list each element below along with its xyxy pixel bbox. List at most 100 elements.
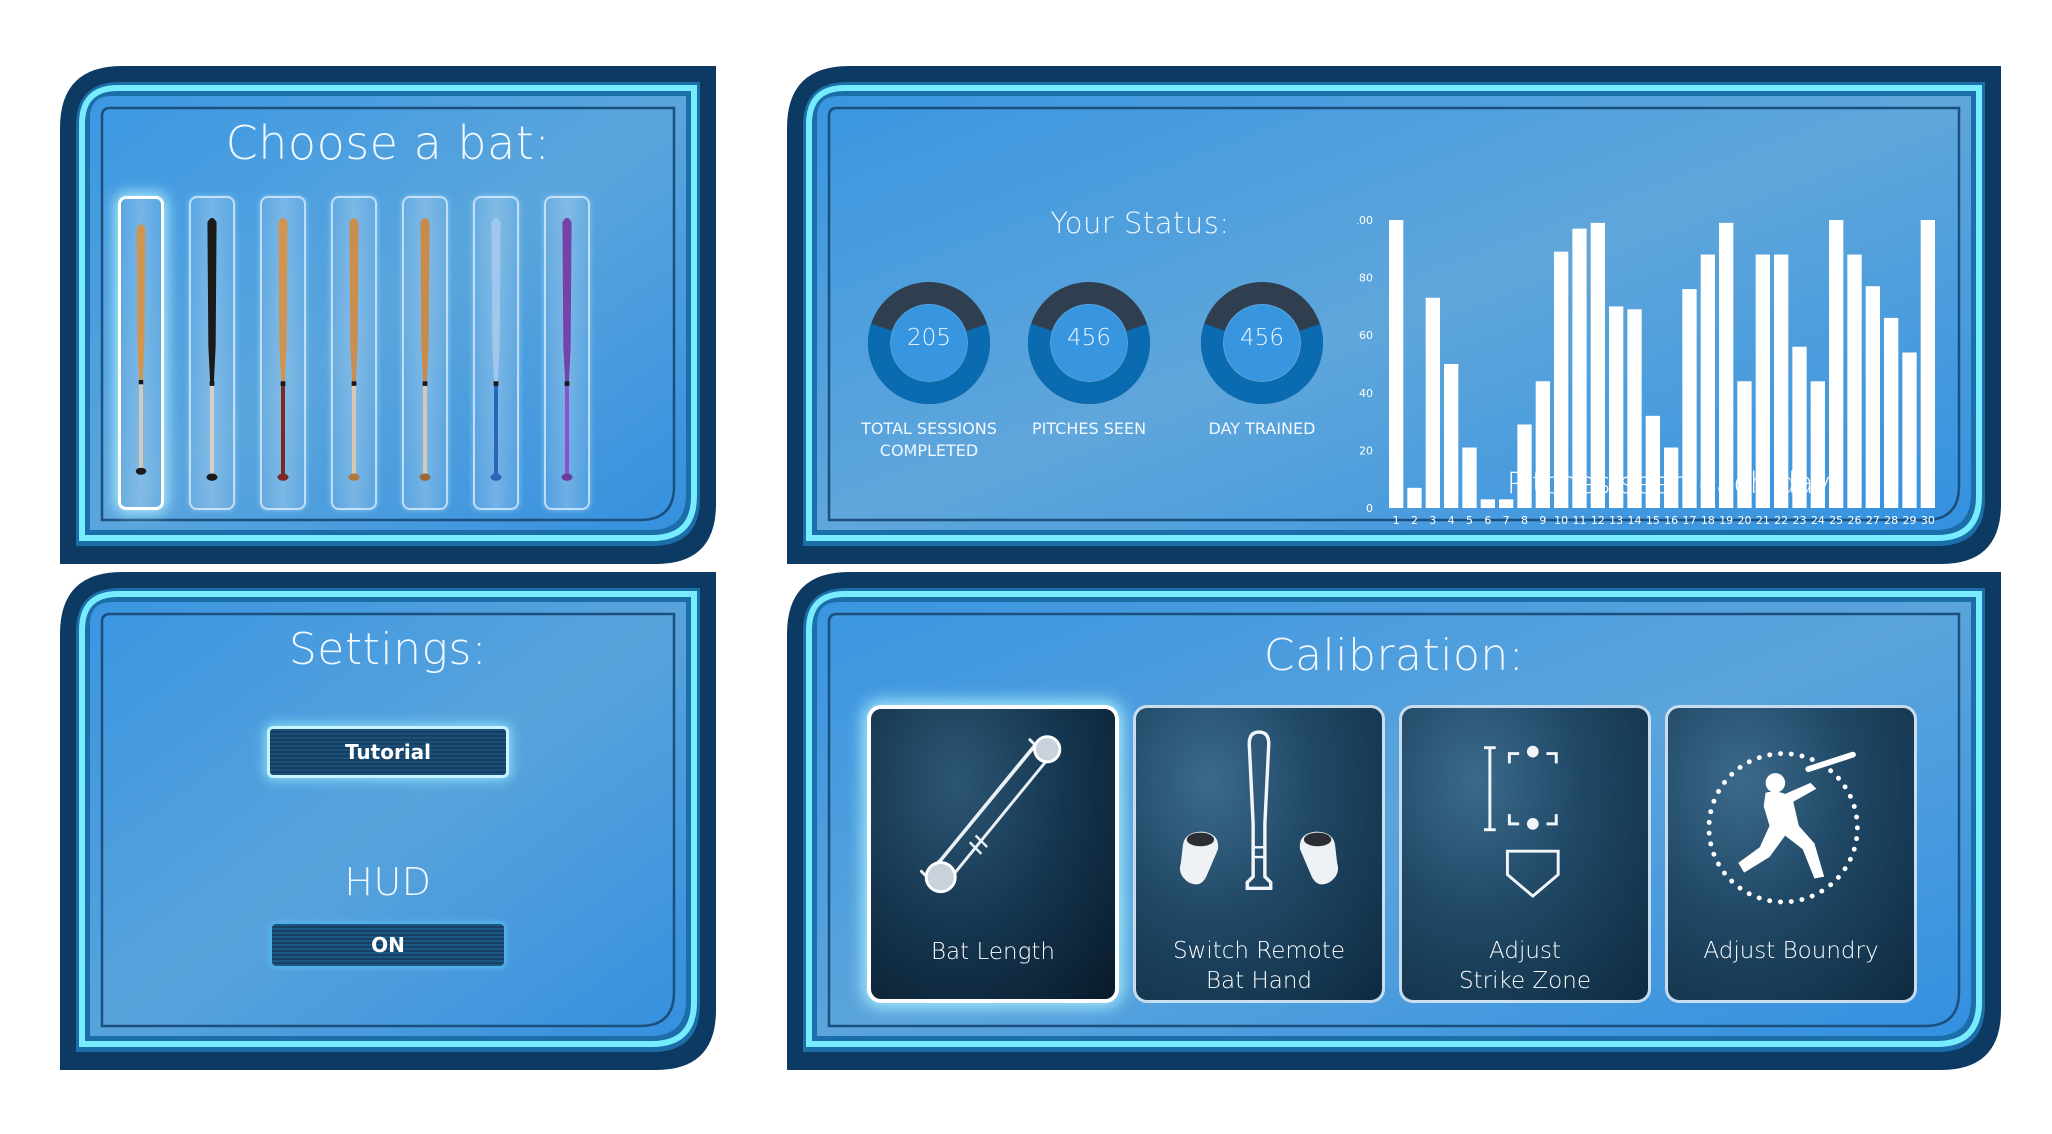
hud-label: HUD [344,860,432,904]
bat-band [280,381,286,386]
bar-day-30 [1920,220,1935,508]
x-tick-label: 22 [1774,514,1788,526]
boundary-card[interactable]: Adjust Boundry [1665,705,1917,1003]
switch-remote-label: Switch Remote Bat Hand [1172,938,1346,994]
bat-panel-title: Choose a bat: [225,116,551,170]
bat-handle [139,381,143,469]
hud-toggle[interactable]: ON [270,922,506,968]
x-tick-label: 9 [1539,514,1546,526]
bat-length-card[interactable]: Bat Length [867,705,1119,1003]
bat-barrel [349,217,359,384]
x-tick-label: 6 [1484,514,1491,526]
bat-icon [135,224,147,475]
x-tick-label: 30 [1921,514,1935,526]
x-tick-label: 5 [1466,514,1473,526]
bat-icon [277,217,289,481]
pitches-label-line1: PITCHES SEEN [1031,419,1147,438]
y-tick-label: 60 [1359,329,1373,342]
bar-day-4 [1444,364,1459,508]
pitches-value: 456 [1067,325,1111,351]
bat-barrel [136,224,146,382]
boundary-label: Adjust Boundry [1703,938,1879,964]
strike-zone-label: Adjust Strike Zone [1459,938,1591,994]
bat-icon [206,217,218,481]
bat-option-6[interactable] [473,196,519,510]
y-tick-label: 20 [1359,444,1373,457]
x-tick-label: 3 [1429,514,1436,526]
switch-remote-card[interactable]: Switch Remote Bat Hand [1133,705,1385,1003]
switch-remote-icon [1179,730,1339,890]
strike-zone-card[interactable]: Adjust Strike Zone [1399,705,1651,1003]
bat-band [351,381,357,386]
pitches-donut: 456 [1027,281,1151,405]
bat-barrel [562,217,572,384]
bat-knob [490,473,502,481]
strike-zone-icon [1484,745,1560,899]
bat-band [564,381,570,386]
x-tick-label: 18 [1701,514,1715,526]
bat-handle [422,383,428,475]
bat-icon [490,217,502,481]
x-tick-label: 15 [1646,514,1660,526]
x-tick-label: 7 [1503,514,1510,526]
bat-barrel [207,217,217,384]
x-tick-label: 29 [1903,514,1917,526]
bar-day-3 [1425,297,1440,508]
bar-day-27 [1865,286,1880,508]
bat-band [209,381,215,386]
x-tick-label: 12 [1591,514,1605,526]
bar-day-1 [1389,220,1404,508]
bat-knob [561,473,573,481]
bat-length-label: Bat Length [930,939,1056,965]
bat-option-1[interactable] [118,196,164,510]
x-tick-label: 21 [1756,514,1770,526]
bat-band [493,381,499,386]
bar-day-25 [1829,220,1844,508]
bat-handle [493,383,499,475]
x-tick-label: 4 [1448,514,1455,526]
y-tick-label: 80 [1359,272,1373,285]
bar-day-26 [1847,254,1862,508]
bat-option-4[interactable] [331,196,377,510]
bat-handle [280,383,286,475]
bar-day-7 [1499,499,1514,508]
x-tick-label: 14 [1628,514,1642,526]
bat-icon [561,217,573,481]
bat-knob [419,473,431,481]
x-tick-label: 28 [1884,514,1898,526]
days-donut: 456 [1200,281,1324,405]
x-tick-label: 8 [1521,514,1528,526]
bat-handle [564,383,570,475]
bat-knob [206,473,218,481]
x-tick-label: 19 [1719,514,1733,526]
days-value: 456 [1240,325,1284,351]
bat-knob [135,467,147,475]
bat-handle [351,383,357,475]
sessions-value: 205 [907,325,951,351]
status-title: Your Status: [1050,206,1230,240]
x-tick-label: 2 [1411,514,1418,526]
bar-day-28 [1884,317,1899,508]
x-tick-label: 16 [1664,514,1678,526]
calibration-panel: Calibration: Bat Length Switch Remote Ba… [787,572,2001,1070]
bat-option-7[interactable] [544,196,590,510]
settings-panel: Settings: Tutorial HUD ON [60,572,716,1070]
y-tick-label: 40 [1359,387,1373,400]
bat-band [138,379,144,385]
x-tick-label: 13 [1609,514,1623,526]
sessions-donut: 205 [867,281,991,405]
bat-barrel [278,217,288,384]
x-tick-label: 10 [1554,514,1568,526]
bat-handle [209,383,215,475]
bat-option-3[interactable] [260,196,306,510]
status-panel: Your Status: 205 TOTAL SESSIONS COMPLETE… [787,66,2001,564]
x-tick-label: 20 [1738,514,1752,526]
tutorial-button[interactable]: Tutorial [267,726,509,778]
bat-option-2[interactable] [189,196,235,510]
bat-option-5[interactable] [402,196,448,510]
bar-day-5 [1462,447,1477,508]
x-tick-label: 25 [1829,514,1843,526]
bar-day-6 [1480,499,1495,508]
bar-day-2 [1407,487,1422,508]
days-label-line1: DAY TRAINED [1208,419,1316,438]
